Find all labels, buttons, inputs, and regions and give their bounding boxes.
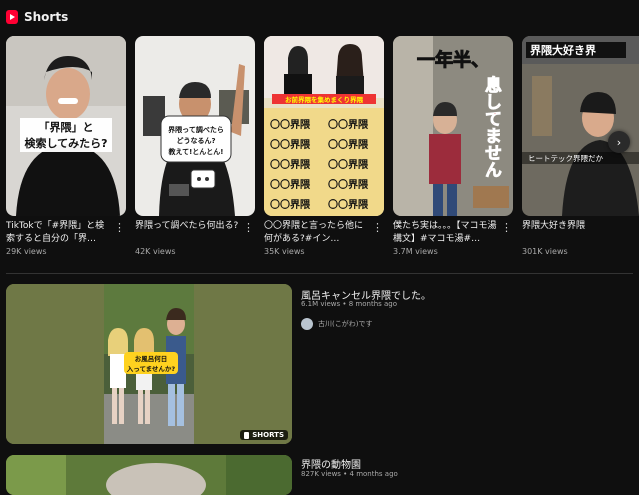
grid-label: 〇〇界隈 xyxy=(270,178,311,191)
short-views: 3.7M views xyxy=(393,247,438,256)
short-overlay-a: 一年半、 xyxy=(417,49,489,71)
grid-label: 〇〇界隈 xyxy=(270,198,311,211)
grid-label: 〇〇界隈 xyxy=(270,118,311,131)
short-thumbnail[interactable]: お前界隈を集めまくり界隈 〇〇界隈 〇〇界隈 〇〇界隈 〇〇界隈 〇〇界隈 〇〇界隈 … xyxy=(264,36,384,216)
short-overlay-top: 界隈大好き界 xyxy=(530,43,596,57)
short-views: 301K views xyxy=(522,247,568,256)
grid-label: 〇〇界隈 xyxy=(328,138,369,151)
grid-label: 〇〇界隈 xyxy=(328,118,369,131)
channel-avatar[interactable] xyxy=(301,318,313,330)
short-overlay-line1: 「界隈」と xyxy=(39,120,94,134)
video-thumbnail[interactable]: お風呂何日 入ってませんか? SHORTS xyxy=(6,284,292,444)
channel-name[interactable]: 古川(こがわ)です xyxy=(318,319,372,329)
short-views: 42K views xyxy=(135,247,176,256)
shorts-header: Shorts xyxy=(6,8,68,26)
section-title: Shorts xyxy=(24,10,69,24)
short-title[interactable]: 僕たち実は。。。【マコモ湯構文】#マコモ湯#… xyxy=(393,220,497,246)
short-overlay-line3: 教えて!とんとん! xyxy=(167,147,223,156)
grid-label: 〇〇界隈 xyxy=(328,198,369,211)
short-overlay-line1: 界隈って調べたら xyxy=(168,125,224,134)
shorts-badge-label: SHORTS xyxy=(252,431,284,439)
short-overlay-b: 息してません xyxy=(481,75,502,178)
short-thumbnail[interactable]: 界隈って調べたら どうなるん? 教えて!とんとん! xyxy=(135,36,255,216)
shorts-badge-icon xyxy=(244,431,250,439)
short-thumbnail[interactable]: 界隈大好き界 ヒートテック界隈だか xyxy=(522,36,639,216)
shorts-badge: SHORTS xyxy=(240,430,288,440)
short-title[interactable]: TikTokで「#界隈」と検索すると自分の「界… xyxy=(6,220,110,246)
short-title[interactable]: 界隈って調べたら何出る? xyxy=(135,220,239,233)
video-meta: 827K views • 4 months ago xyxy=(301,470,398,478)
short-overlay-line2: どうなるん? xyxy=(176,136,215,145)
short-thumbnail[interactable]: 「界隈」と 検索してみたら? xyxy=(6,36,126,216)
more-options-icon[interactable]: ⋮ xyxy=(114,222,125,233)
video-title[interactable]: 界隈の動物園 xyxy=(301,456,361,471)
section-divider xyxy=(6,273,633,274)
shorts-logo-icon xyxy=(6,10,18,24)
short-title[interactable]: 界隈大好き界隈 xyxy=(522,220,626,233)
kai-grid: 〇〇界隈 〇〇界隈 〇〇界隈 〇〇界隈 〇〇界隈 〇〇界隈 〇〇界隈 〇〇界隈 〇〇界隈… xyxy=(264,108,384,216)
video-overlay-line1: お風呂何日 xyxy=(135,354,168,363)
short-overlay-mid: ヒートテック界隈だか xyxy=(528,154,603,163)
grid-label: 〇〇界隈 xyxy=(328,178,369,191)
video-overlay-line2: 入ってませんか? xyxy=(126,364,176,373)
short-title[interactable]: 〇〇界隈と言ったら他に何がある?#イン… xyxy=(264,220,368,246)
short-views: 29K views xyxy=(6,247,47,256)
grid-label: 〇〇界隈 xyxy=(270,138,311,151)
short-thumbnail[interactable]: 一年半、 息してません xyxy=(393,36,513,216)
short-overlay-top: お前界隈を集めまくり界隈 xyxy=(285,95,364,104)
grid-label: 〇〇界隈 xyxy=(270,158,311,171)
channel-row[interactable]: 古川(こがわ)です xyxy=(301,318,372,330)
short-views: 35K views xyxy=(264,247,305,256)
grid-label: 〇〇界隈 xyxy=(328,158,369,171)
short-overlay-line2: 検索してみたら? xyxy=(24,136,107,150)
more-options-icon[interactable]: ⋮ xyxy=(243,222,254,233)
video-meta: 6.1M views • 8 months ago xyxy=(301,300,398,308)
more-options-icon[interactable]: ⋮ xyxy=(372,222,383,233)
video-thumbnail[interactable] xyxy=(6,455,292,495)
more-options-icon[interactable]: ⋮ xyxy=(501,222,512,233)
next-arrow-button[interactable]: › xyxy=(608,131,630,153)
